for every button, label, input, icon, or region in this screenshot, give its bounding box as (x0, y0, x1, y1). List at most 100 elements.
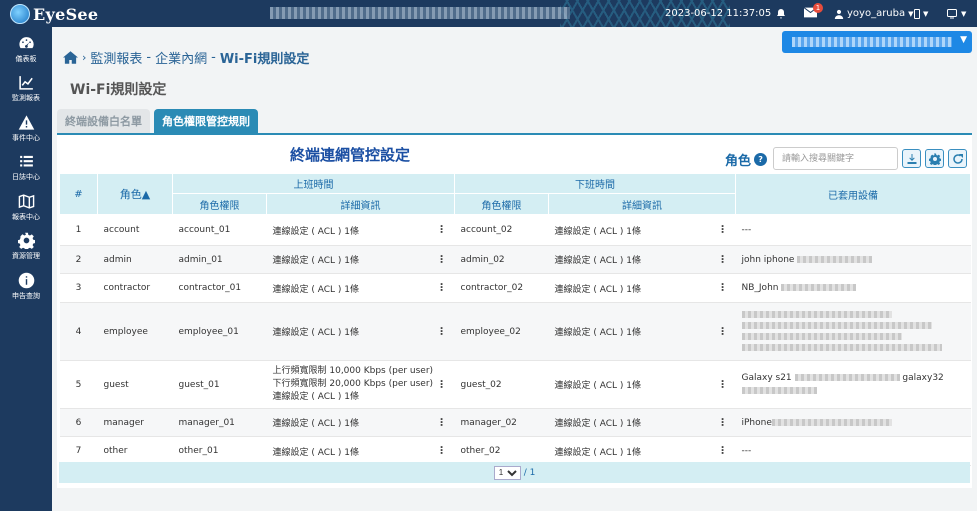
sidebar-item-label: 日誌中心 (12, 172, 40, 181)
column-header-number[interactable]: # (59, 173, 98, 215)
dashboard-icon (18, 36, 34, 48)
download-icon (907, 153, 916, 164)
table-row[interactable]: 1 account account_01 連線設定 ( ACL ) 1條 ⋮ ac… (59, 214, 971, 246)
off-role: employee_02 (454, 302, 549, 361)
settings-menu[interactable]: ▼ (946, 0, 966, 27)
mail-button[interactable]: 1 (803, 0, 823, 27)
sidebar-item-dashboard[interactable]: 儀表板 (0, 30, 52, 68)
redacted-text (741, 332, 902, 340)
sidebar-item-label: 監測報表 (12, 93, 40, 102)
table-row[interactable]: 5 guest guest_01 上行頻寬限制 10,000 Kbps (per… (59, 360, 971, 409)
applied-devices: john iphone (741, 254, 795, 265)
more-vertical-icon[interactable]: ⋮ (437, 254, 447, 265)
chevron-down-icon: ▼ (908, 9, 914, 18)
username: yoyo_aruba (847, 8, 906, 19)
main-panel: 終端連網管控設定 角色 ? # 角色▲ 上班時間 下班時間 已套用設備 角色權限… (57, 133, 972, 488)
more-vertical-icon[interactable]: ⋮ (718, 283, 728, 294)
off-detail: 連線設定 ( ACL ) 1條 (554, 284, 642, 295)
breadcrumb-item-monitoring[interactable]: 監測報表 (90, 48, 142, 67)
role-name: employee (97, 302, 173, 361)
role-rules-table: # 角色▲ 上班時間 下班時間 已套用設備 角色權限 詳細資訊 角色權限 詳細資… (59, 173, 971, 466)
row-number: 5 (59, 360, 98, 409)
more-vertical-icon[interactable]: ⋮ (437, 446, 447, 457)
refresh-button[interactable] (948, 149, 967, 168)
sidebar-item-resources[interactable]: 資源管理 (0, 227, 52, 265)
off-detail: 連線設定 ( ACL ) 1條 (554, 447, 642, 458)
refresh-icon (952, 153, 963, 164)
more-vertical-icon[interactable]: ⋮ (437, 283, 447, 294)
applied-devices: --- (735, 214, 971, 246)
redacted-text (741, 386, 817, 394)
tab-device-whitelist[interactable]: 終端設備白名單 (57, 109, 150, 133)
redacted-text (771, 418, 892, 426)
sidebar-item-monitoring[interactable]: 監測報表 (0, 69, 52, 107)
sidebar-item-label: 資源管理 (12, 251, 40, 260)
column-header-work-role: 角色權限 (172, 193, 267, 215)
row-number: 1 (59, 214, 98, 246)
breadcrumb-item-intranet[interactable]: 企業內網 (155, 48, 207, 67)
page-select[interactable]: 1 (493, 465, 521, 480)
sidebar-item-reports[interactable]: 報表中心 (0, 188, 52, 226)
app-logo[interactable]: EyeSee (10, 3, 98, 25)
applied-devices-cell: iPhone (735, 408, 971, 437)
sidebar-item-label: 報表中心 (12, 212, 40, 221)
breadcrumb: › 監測報表 - 企業內網 - Wi-Fi規則設定 (63, 48, 309, 67)
sidebar-item-inquiry[interactable]: 申告查詢 (0, 267, 52, 305)
off-detail-cell: 連線設定 ( ACL ) 1條 ⋮ (548, 408, 736, 437)
more-vertical-icon[interactable]: ⋮ (718, 446, 728, 457)
help-icon[interactable]: ? (754, 153, 768, 166)
search-input[interactable] (773, 147, 898, 170)
user-menu[interactable]: yoyo_aruba ▼ (834, 0, 914, 27)
tab-role-permission-rules[interactable]: 角色權限管控規則 (154, 109, 258, 133)
more-vertical-icon[interactable]: ⋮ (437, 417, 447, 428)
off-detail-cell: 連線設定 ( ACL ) 1條 ⋮ (548, 360, 736, 409)
more-vertical-icon[interactable]: ⋮ (718, 379, 728, 390)
work-role: contractor_01 (172, 273, 267, 303)
table-row[interactable]: 3 contractor contractor_01 連線設定 ( ACL ) … (59, 273, 971, 303)
panel-title: 終端連網管控設定 (290, 146, 411, 164)
map-icon (18, 193, 34, 209)
settings-button[interactable] (925, 149, 944, 168)
datetime-text: 2023-06-12 11:37:05 (665, 8, 772, 19)
table-row[interactable]: 6 manager manager_01 連線設定 ( ACL ) 1條 ⋮ ma… (59, 408, 971, 437)
column-header-applied-devices: 已套用設備 (735, 173, 971, 215)
sidebar-item-events[interactable]: 事件中心 (0, 109, 52, 147)
site-selector[interactable]: ▼ (782, 31, 972, 53)
table-row[interactable]: 2 admin admin_01 連線設定 ( ACL ) 1條 ⋮ admin_… (59, 245, 971, 274)
off-role: account_02 (454, 214, 549, 246)
page-title: Wi-Fi規則設定 (70, 82, 167, 98)
more-vertical-icon[interactable]: ⋮ (718, 225, 728, 236)
row-number: 6 (59, 408, 98, 437)
gear-icon (17, 232, 35, 249)
work-role: admin_01 (172, 245, 267, 274)
off-detail-cell: 連線設定 ( ACL ) 1條 ⋮ (548, 273, 736, 303)
more-vertical-icon[interactable]: ⋮ (437, 326, 447, 337)
work-role: manager_01 (172, 408, 267, 437)
applied-devices-extra: galaxy32 (902, 372, 944, 383)
work-role: account_01 (172, 214, 267, 246)
gear-icon (928, 153, 941, 165)
table-row[interactable]: 4 employee employee_01 連線設定 ( ACL ) 1條 ⋮ … (59, 302, 971, 361)
mail-icon: 1 (803, 2, 823, 21)
more-vertical-icon[interactable]: ⋮ (718, 254, 728, 265)
more-vertical-icon[interactable]: ⋮ (437, 378, 447, 391)
more-vertical-icon[interactable]: ⋮ (437, 225, 447, 236)
logo-text: EyeSee (33, 4, 99, 24)
bell-icon[interactable] (775, 0, 787, 27)
home-icon[interactable] (63, 51, 78, 64)
mobile-menu[interactable]: ▼ (914, 0, 928, 27)
column-header-role[interactable]: 角色▲ (97, 173, 173, 215)
work-detail-cell: 連線設定 ( ACL ) 1條 ⋮ (266, 245, 455, 274)
download-button[interactable] (902, 149, 921, 168)
column-header-off-role: 角色權限 (454, 193, 549, 215)
more-vertical-icon[interactable]: ⋮ (718, 417, 728, 428)
role-name: account (97, 214, 173, 246)
more-vertical-icon[interactable]: ⋮ (718, 326, 728, 337)
work-detail: 連線設定 ( ACL ) 1條 (272, 284, 360, 295)
sidebar-item-logs[interactable]: 日誌中心 (0, 148, 52, 186)
row-number: 2 (59, 245, 98, 274)
role-name: guest (97, 360, 173, 409)
work-detail: 上行頻寬限制 10,000 Kbps (per user) (272, 366, 434, 376)
applied-devices: iPhone (741, 417, 772, 428)
redacted-text (741, 321, 932, 329)
